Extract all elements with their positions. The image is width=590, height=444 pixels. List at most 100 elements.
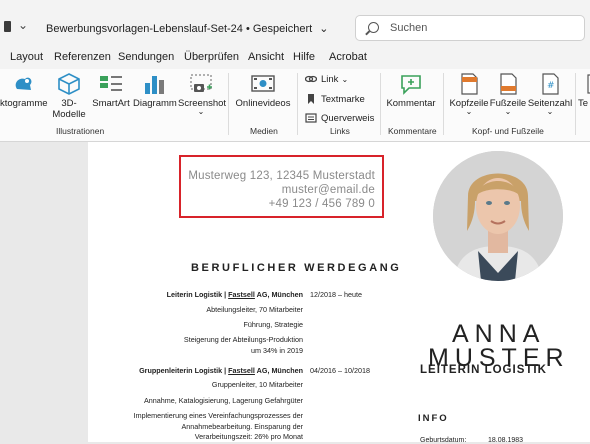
document-title-text: Bewerbungsvorlagen-Lebenslauf-Set-24 • G… bbox=[46, 23, 313, 35]
tab-referenzen[interactable]: Referenzen bbox=[54, 51, 111, 63]
onlinevideos-label: Onlinevideos bbox=[235, 98, 291, 109]
email-text[interactable]: muster@email.de bbox=[282, 184, 375, 196]
tab-ansicht[interactable]: Ansicht bbox=[248, 51, 284, 63]
kopfzeile-button[interactable]: Kopfzeile ⌄ bbox=[448, 73, 490, 116]
tab-hilfe[interactable]: Hilfe bbox=[293, 51, 315, 63]
bar-chart-icon bbox=[141, 73, 167, 95]
job-title: Leiterin Logistik bbox=[166, 290, 223, 299]
kommentar-button[interactable]: Kommentar bbox=[385, 73, 437, 109]
header-icon bbox=[456, 73, 482, 95]
tab-layout[interactable]: Layout bbox=[10, 51, 43, 63]
cube-icon bbox=[56, 73, 82, 95]
save-icon[interactable] bbox=[4, 21, 11, 32]
page-number-icon: # bbox=[537, 73, 563, 95]
link-icon bbox=[304, 74, 318, 84]
separator bbox=[575, 73, 576, 135]
text-button-partial[interactable]: Te bbox=[578, 73, 590, 109]
smartart-label: SmartArt bbox=[92, 98, 130, 109]
diagramm-label: Diagramm bbox=[133, 98, 177, 109]
quick-access-chevron[interactable]: ⌄ bbox=[18, 18, 28, 32]
cross-reference-icon bbox=[305, 113, 317, 124]
search-icon bbox=[368, 22, 379, 33]
job-detail[interactable]: Abteilungsleiter, 70 Mitarbeiter bbox=[206, 305, 303, 314]
title-bar: ⌄ Bewerbungsvorlagen-Lebenslauf-Set-24 •… bbox=[0, 0, 590, 45]
video-icon bbox=[250, 73, 276, 95]
textbox-icon bbox=[580, 73, 590, 95]
section-title-werdegang[interactable]: BERUFLICHER WERDEGANG bbox=[191, 262, 401, 274]
tab-sendungen[interactable]: Sendungen bbox=[118, 51, 174, 63]
piktogramme-button[interactable]: ktogramme bbox=[0, 73, 48, 109]
search-input[interactable]: Suchen bbox=[390, 22, 427, 34]
document-title[interactable]: Bewerbungsvorlagen-Lebenslauf-Set-24 • G… bbox=[46, 22, 328, 35]
job-company: Fastsell bbox=[228, 366, 255, 375]
menu-tabs: Layout Referenzen Sendungen Überprüfen A… bbox=[0, 45, 590, 69]
saved-chevron[interactable]: ⌄ bbox=[319, 23, 328, 35]
separator bbox=[380, 73, 381, 135]
footer-icon bbox=[495, 73, 521, 95]
info-title[interactable]: INFO bbox=[418, 413, 449, 424]
group-label-medien: Medien bbox=[250, 126, 278, 136]
job-detail[interactable]: Annahme, Katalogisierung, Lagerung Gefah… bbox=[144, 396, 303, 405]
job-date[interactable]: 12/2018 – heute bbox=[310, 290, 362, 299]
screenshot-icon bbox=[188, 73, 214, 95]
job-detail[interactable]: Steigerung der Abteilungs-Produktion bbox=[184, 335, 303, 344]
comment-icon bbox=[398, 73, 424, 95]
search-box[interactable]: Suchen bbox=[355, 15, 585, 41]
address-text[interactable]: Musterweg 123, 12345 Musterstadt bbox=[188, 170, 375, 182]
screenshot-button[interactable]: Screenshot ⌄ bbox=[178, 73, 226, 116]
job-detail[interactable]: um 34% in 2019 bbox=[251, 346, 303, 355]
seitenzahl-dropdown-chevron[interactable]: ⌄ bbox=[527, 108, 573, 116]
group-label-kopf-fusszeile: Kopf- und Fußzeile bbox=[472, 126, 544, 136]
group-label-kommentare: Kommentare bbox=[388, 126, 437, 136]
job-title-line[interactable]: Gruppenleiterin Logistik | Fastsell AG, … bbox=[139, 366, 303, 375]
bookmark-icon bbox=[305, 94, 317, 105]
link-dropdown-chevron[interactable]: ⌄ bbox=[341, 75, 348, 84]
piktogramme-label: ktogramme bbox=[0, 98, 48, 109]
job-location: AG, München bbox=[254, 290, 303, 299]
diagramm-button[interactable]: Diagramm bbox=[133, 73, 177, 109]
text-label-partial: Te bbox=[578, 98, 589, 109]
3d-modelle-label-2: Modelle bbox=[52, 109, 86, 120]
job-role[interactable]: LEITERIN LOGISTIK bbox=[420, 364, 547, 376]
job-title: Gruppenleiterin Logistik bbox=[139, 366, 223, 375]
job-title-line[interactable]: Leiterin Logistik | Fastsell AG, München bbox=[167, 290, 303, 299]
job-detail[interactable]: Gruppenleiter, 10 Mitarbeiter bbox=[212, 380, 303, 389]
link-button[interactable]: Link ⌄ bbox=[304, 74, 348, 85]
job-date[interactable]: 04/2016 – 10/2018 bbox=[310, 366, 370, 375]
job-detail[interactable]: Annahmebearbeitung. Einsparung der bbox=[182, 422, 303, 431]
smartart-button[interactable]: SmartArt bbox=[91, 73, 131, 109]
3d-modelle-button[interactable]: 3D- Modelle bbox=[52, 73, 86, 120]
separator bbox=[228, 73, 229, 135]
smartart-icon bbox=[98, 73, 124, 95]
tab-acrobat[interactable]: Acrobat bbox=[329, 51, 367, 63]
job-detail[interactable]: Verarbeitungszeit: 26% pro Monat bbox=[195, 432, 303, 441]
profile-photo[interactable] bbox=[433, 151, 563, 281]
group-label-illustrationen: Illustrationen bbox=[56, 126, 105, 136]
kommentar-label: Kommentar bbox=[386, 98, 436, 109]
svg-text:#: # bbox=[547, 81, 555, 91]
separator bbox=[297, 73, 298, 135]
kopfzeile-dropdown-chevron[interactable]: ⌄ bbox=[448, 108, 490, 116]
info-label[interactable]: Geburtsdatum: bbox=[420, 437, 466, 444]
job-location: AG, München bbox=[254, 366, 303, 375]
ribbon: ktogramme 3D- Modelle SmartArt Diagramm … bbox=[0, 69, 590, 142]
phone-text[interactable]: +49 123 / 456 789 0 bbox=[269, 198, 375, 210]
job-detail[interactable]: Führung, Strategie bbox=[243, 320, 303, 329]
tab-ueberpruefen[interactable]: Überprüfen bbox=[184, 51, 239, 63]
seitenzahl-button[interactable]: # Seitenzahl ⌄ bbox=[527, 73, 573, 116]
textmarke-button[interactable]: Textmarke bbox=[305, 94, 365, 105]
fusszeile-button[interactable]: Fußzeile ⌄ bbox=[489, 73, 527, 116]
separator bbox=[443, 73, 444, 135]
link-label: Link bbox=[321, 74, 339, 85]
job-detail[interactable]: Implementierung eines Vereinfachungsproz… bbox=[134, 411, 303, 420]
querverweis-button[interactable]: Querverweis bbox=[305, 113, 374, 124]
3d-modelle-label-1: 3D- bbox=[61, 98, 77, 109]
group-label-links: Links bbox=[330, 126, 350, 136]
screenshot-dropdown-chevron[interactable]: ⌄ bbox=[178, 108, 224, 116]
fusszeile-dropdown-chevron[interactable]: ⌄ bbox=[489, 108, 527, 116]
textmarke-label: Textmarke bbox=[321, 94, 365, 105]
job-company: Fastsell bbox=[228, 290, 255, 299]
info-value[interactable]: 18.08.1983 bbox=[488, 437, 523, 444]
piktogramme-icon bbox=[9, 73, 35, 95]
onlinevideos-button[interactable]: Onlinevideos bbox=[234, 73, 292, 109]
